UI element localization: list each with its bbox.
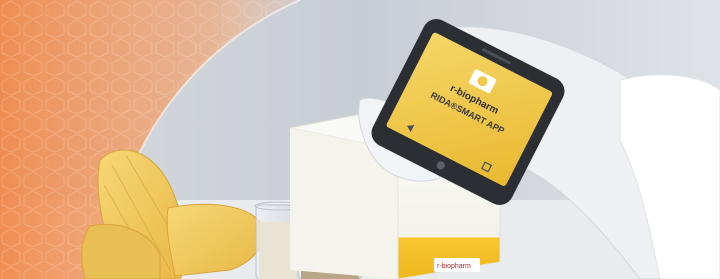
hero-banner: r-biopharm r-biopharm RIDA®SMART APP bbox=[0, 0, 720, 279]
box-brand-text: r-biopharm bbox=[437, 263, 471, 270]
banner-illustration: r-biopharm r-biopharm RIDA®SMART APP bbox=[0, 0, 720, 279]
